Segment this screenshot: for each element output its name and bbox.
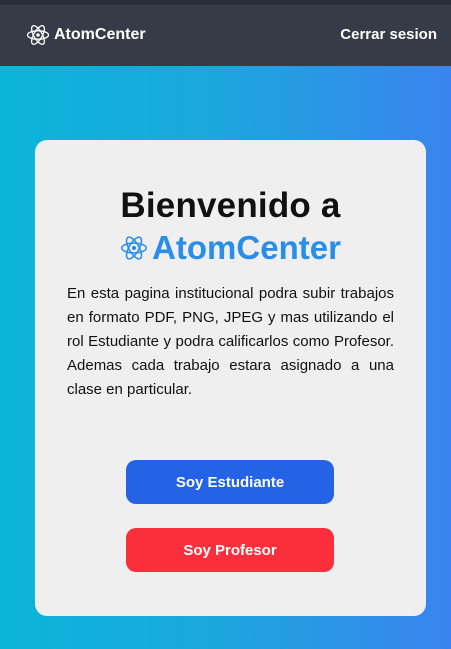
welcome-brand-title: AtomCenter: [35, 229, 426, 267]
atom-icon: [120, 234, 148, 262]
brand-label: AtomCenter: [54, 26, 146, 43]
welcome-card: Bienvenido a AtomCenter En esta pagina i…: [35, 140, 426, 616]
welcome-description: En esta pagina institucional podra subir…: [67, 285, 394, 398]
welcome-brand-label: AtomCenter: [152, 229, 341, 266]
navbar: AtomCenter Cerrar sesion: [0, 0, 451, 66]
logout-link[interactable]: Cerrar sesion: [340, 26, 437, 43]
brand-link[interactable]: AtomCenter: [26, 23, 146, 47]
student-button[interactable]: Soy Estudiante: [126, 460, 334, 504]
teacher-button[interactable]: Soy Profesor: [126, 528, 334, 572]
atom-icon: [26, 23, 50, 47]
welcome-title: Bienvenido a: [120, 186, 341, 225]
hero-section: Bienvenido a AtomCenter En esta pagina i…: [0, 66, 451, 649]
